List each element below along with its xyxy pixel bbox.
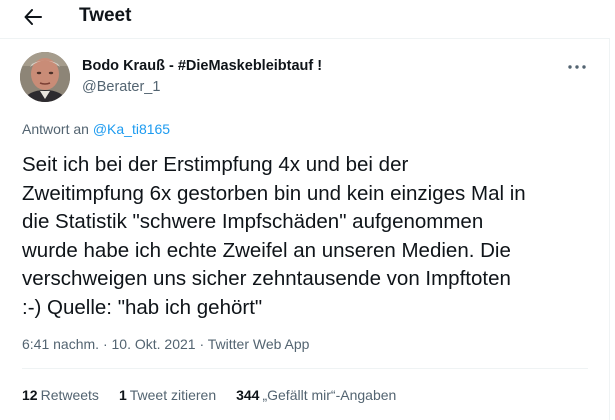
author-handle[interactable]: @Berater_1 (82, 79, 160, 95)
tweet-date[interactable]: 10. Okt. 2021 (112, 336, 196, 352)
likes-count: 344 (236, 387, 260, 403)
author-name[interactable]: Bodo Krauß - #DieMaskebleibtauf ! (82, 58, 322, 74)
page-title: Tweet (79, 5, 132, 26)
more-options-button[interactable] (566, 60, 588, 74)
likes-stat[interactable]: 344 „Gefällt mir“-Angaben (236, 387, 396, 407)
profile-photo (20, 52, 70, 102)
card-border-right (609, 38, 610, 420)
meta-separator: · (102, 336, 108, 352)
tweet-source[interactable]: Twitter Web App (208, 336, 310, 352)
meta-separator: · (199, 336, 205, 352)
quotes-stat[interactable]: 1 Tweet zitieren (119, 387, 216, 407)
retweets-label: Retweets (40, 387, 99, 403)
quotes-count: 1 (118, 387, 127, 403)
more-horizontal-icon (568, 65, 586, 69)
tweet-meta: 6:41 nachm. · 10. Okt. 2021 · Twitter We… (22, 336, 309, 352)
engagement-stats: 12 Retweets 1 Tweet zitieren 344 „Gefällt m… (22, 387, 396, 407)
back-button[interactable] (20, 4, 46, 30)
tweet-time[interactable]: 6:41 nachm. (22, 336, 99, 352)
avatar[interactable] (20, 52, 70, 102)
reply-context: Antwort an @Ka_ti8165 (22, 121, 170, 137)
reply-prefix: Antwort an (22, 121, 89, 137)
divider (22, 368, 588, 369)
tweet-page: Tweet Bodo Krauß - #DieMaskebleibtauf ! … (0, 0, 615, 420)
tweet-text: Seit ich bei der Erstimpfung 4x und bei … (22, 153, 526, 319)
arrow-left-icon (24, 9, 42, 25)
quotes-label: Tweet zitieren (129, 387, 217, 403)
top-bar: Tweet (0, 0, 610, 34)
retweets-count: 12 (22, 387, 38, 403)
retweets-stat[interactable]: 12 Retweets (22, 387, 99, 407)
likes-label: „Gefällt mir“-Angaben (262, 387, 397, 403)
reply-handle-link[interactable]: @Ka_ti8165 (93, 121, 170, 137)
card-border-top (0, 38, 610, 39)
